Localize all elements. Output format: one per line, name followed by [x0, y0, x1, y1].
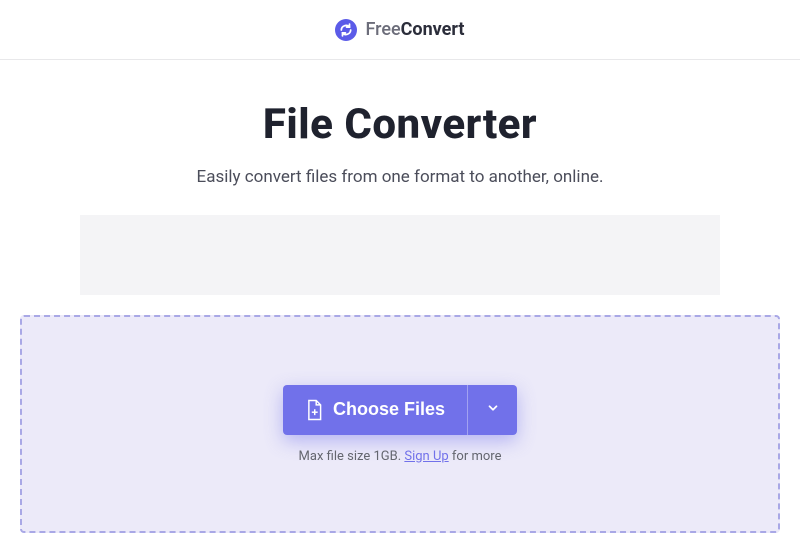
hint-prefix: Max file size 1GB.: [299, 449, 405, 464]
choose-files-dropdown-button[interactable]: [467, 385, 517, 435]
header: FreeConvert: [0, 0, 800, 60]
chevron-down-icon: [486, 401, 500, 418]
ad-placeholder: [80, 215, 720, 295]
choose-files-group: Choose Files: [283, 385, 517, 435]
signup-link[interactable]: Sign Up: [404, 449, 448, 464]
app-window: FreeConvert File Converter Easily conver…: [0, 0, 800, 553]
brand-first: Free: [365, 19, 400, 40]
page-subtitle: Easily convert files from one format to …: [0, 167, 800, 187]
brand-name: FreeConvert: [365, 19, 464, 40]
choose-files-button[interactable]: Choose Files: [283, 385, 467, 435]
file-size-hint: Max file size 1GB. Sign Up for more: [299, 449, 502, 464]
page-title: File Converter: [0, 100, 800, 149]
file-dropzone[interactable]: Choose Files Max file size 1GB. Sign Up …: [20, 315, 780, 533]
hint-suffix: for more: [449, 449, 502, 464]
file-add-icon: [305, 399, 323, 421]
main-content: File Converter Easily convert files from…: [0, 60, 800, 533]
brand-second: Convert: [401, 19, 465, 40]
refresh-icon: [335, 19, 357, 41]
choose-files-label: Choose Files: [333, 399, 445, 420]
brand-logo[interactable]: FreeConvert: [335, 19, 464, 41]
